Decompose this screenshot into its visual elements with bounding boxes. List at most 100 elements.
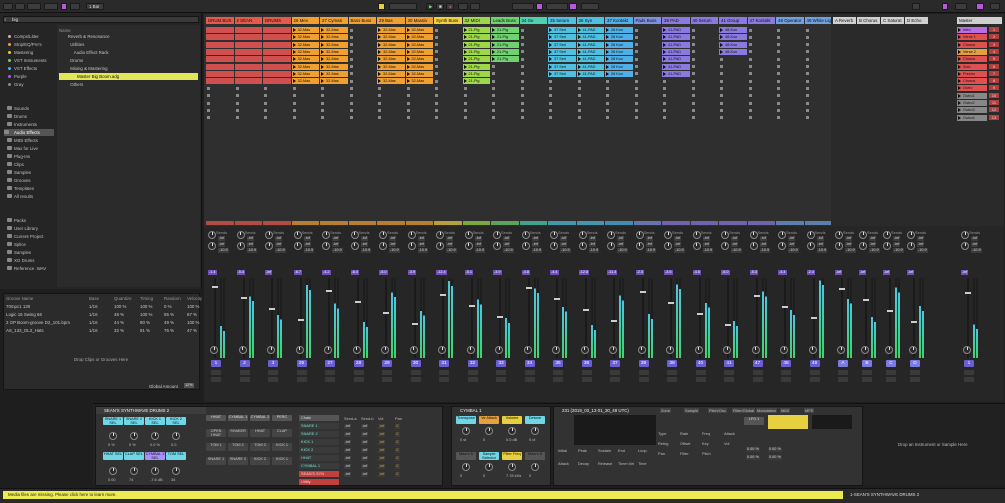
return-header-C[interactable]: C Saturat bbox=[881, 17, 904, 24]
stop-button-icon[interactable] bbox=[235, 94, 239, 98]
track-header-39[interactable]: 39 PAD bbox=[662, 17, 690, 24]
stop-button-icon[interactable] bbox=[777, 72, 780, 76]
stop-button-icon[interactable] bbox=[634, 86, 638, 90]
stop-button-icon[interactable] bbox=[663, 108, 666, 112]
stop-button-icon[interactable] bbox=[549, 94, 552, 98]
stop-button-icon[interactable] bbox=[435, 65, 438, 68]
track-header-49[interactable]: 49 White Light bbox=[804, 17, 832, 24]
clip-slot[interactable]: 32-Mas bbox=[320, 27, 348, 33]
macro-knob[interactable] bbox=[151, 467, 159, 475]
arm-button[interactable] bbox=[752, 377, 763, 382]
send-a-knob[interactable] bbox=[208, 231, 216, 239]
stop-button-icon[interactable] bbox=[549, 108, 552, 112]
stop-button-icon[interactable] bbox=[207, 86, 210, 90]
library-6[interactable]: Reference .WAV bbox=[7, 265, 46, 272]
stop-button-icon[interactable] bbox=[549, 116, 552, 120]
stop-button-icon[interactable] bbox=[349, 50, 353, 54]
chain-param[interactable]: C bbox=[395, 456, 400, 461]
pan-knob[interactable] bbox=[637, 346, 646, 354]
pan-knob[interactable] bbox=[495, 346, 503, 354]
chain-tab[interactable]: CYMBAL 2 bbox=[250, 415, 270, 421]
stop-button-icon[interactable] bbox=[606, 101, 609, 105]
solo-button[interactable] bbox=[553, 370, 563, 375]
stop-button-icon[interactable] bbox=[321, 108, 324, 112]
stop-button-icon[interactable] bbox=[634, 50, 638, 54]
stop-button-icon[interactable] bbox=[349, 79, 353, 83]
clip-slot[interactable] bbox=[234, 34, 262, 41]
stop-button-icon[interactable] bbox=[520, 79, 524, 83]
send-b-knob[interactable] bbox=[293, 242, 302, 250]
stop-button-icon[interactable] bbox=[634, 43, 638, 47]
clip-slot[interactable] bbox=[234, 56, 262, 63]
clip-slot[interactable]: 21-Pig bbox=[462, 78, 490, 85]
groove-cell[interactable]: 44 % bbox=[114, 319, 124, 326]
browser-search-input[interactable]: big bbox=[3, 16, 199, 23]
send-a-knob[interactable] bbox=[265, 231, 273, 239]
send-b-knob[interactable] bbox=[521, 242, 530, 250]
solo-button[interactable] bbox=[752, 370, 763, 375]
loop-length-field[interactable] bbox=[546, 3, 568, 10]
macro-knob[interactable] bbox=[109, 432, 117, 440]
send-a-knob[interactable] bbox=[749, 231, 758, 239]
clip-slot[interactable]: 32-Mas bbox=[291, 41, 319, 48]
stop-button-icon[interactable] bbox=[321, 101, 324, 105]
fader-cap[interactable] bbox=[611, 320, 617, 322]
send-a-knob[interactable] bbox=[692, 231, 701, 239]
send-a-knob[interactable] bbox=[293, 231, 302, 239]
stop-button-icon[interactable] bbox=[577, 79, 581, 83]
stop-button-icon[interactable] bbox=[663, 116, 666, 120]
category-5[interactable]: Purple bbox=[7, 73, 27, 80]
fader-cap[interactable] bbox=[411, 323, 418, 325]
solo-button[interactable] bbox=[382, 370, 392, 375]
drum-pad[interactable]: TOM SEL bbox=[166, 452, 186, 460]
clip-slot[interactable]: 26 Kon bbox=[605, 27, 633, 33]
track-activator-3[interactable]: 3 bbox=[268, 360, 278, 367]
category-6[interactable]: Gray bbox=[7, 81, 24, 88]
key-map-button[interactable] bbox=[581, 3, 599, 10]
arm-button[interactable] bbox=[695, 377, 706, 382]
stop-button-icon[interactable] bbox=[349, 43, 353, 47]
track-activator-38[interactable]: 38 bbox=[638, 360, 649, 367]
volume-value[interactable]: -4.4 bbox=[550, 270, 559, 275]
stop-button-icon[interactable] bbox=[492, 116, 495, 120]
pan-knob[interactable] bbox=[666, 346, 674, 354]
track-header-27[interactable]: 27 Cymati bbox=[320, 17, 348, 24]
stop-button-icon[interactable] bbox=[492, 72, 495, 76]
fader-cap[interactable] bbox=[863, 299, 869, 301]
lfo-value[interactable]: 0.00 % bbox=[746, 447, 760, 452]
clip-slot[interactable]: 32-Mas bbox=[377, 63, 405, 70]
volume-value[interactable]: -4.6 bbox=[692, 270, 702, 275]
clip-slot[interactable]: 32-Mas bbox=[377, 34, 405, 41]
clip-slot[interactable]: 21-Pig bbox=[462, 56, 490, 63]
fader-cap[interactable] bbox=[440, 294, 446, 296]
global-amount-field[interactable]: 12% bbox=[184, 383, 194, 388]
library-1[interactable]: User Library bbox=[7, 225, 38, 232]
chain-tab[interactable]: PERC bbox=[272, 415, 292, 421]
volume-value[interactable]: -6.0 bbox=[350, 270, 360, 275]
fader-cap[interactable] bbox=[782, 306, 788, 308]
stop-button-icon[interactable] bbox=[406, 116, 410, 120]
fader-cap[interactable] bbox=[383, 312, 389, 314]
clip-slot[interactable] bbox=[206, 70, 234, 77]
sampler-tab[interactable]: Sample bbox=[684, 408, 700, 413]
stop-button-icon[interactable] bbox=[748, 50, 752, 54]
arm-button[interactable] bbox=[467, 377, 478, 382]
volume-value[interactable]: -2.4 bbox=[806, 270, 816, 275]
scene-launch-10[interactable]: Outro2 bbox=[957, 100, 987, 106]
volume-value[interactable]: -inf bbox=[907, 270, 915, 275]
clip-slot[interactable]: 41-PAD bbox=[576, 70, 604, 77]
volume-value[interactable]: -inf bbox=[835, 270, 843, 275]
solo-button[interactable] bbox=[724, 370, 734, 375]
track-activator-33[interactable]: 33 bbox=[496, 360, 506, 367]
clip-slot[interactable]: 32-Mas bbox=[320, 48, 348, 55]
automation-arm-button[interactable] bbox=[470, 3, 480, 10]
send-b-knob[interactable] bbox=[607, 242, 615, 250]
clip-slot[interactable]: 26 Kon bbox=[605, 34, 633, 41]
clip-slot[interactable] bbox=[206, 41, 234, 48]
library-2[interactable]: Current Project bbox=[7, 233, 44, 240]
stop-button-icon[interactable] bbox=[321, 86, 324, 90]
stop-button-icon[interactable] bbox=[264, 86, 267, 90]
volume-value[interactable]: -1.4 bbox=[208, 270, 217, 275]
send-b-knob[interactable] bbox=[350, 242, 359, 250]
stop-button-icon[interactable] bbox=[264, 94, 267, 98]
